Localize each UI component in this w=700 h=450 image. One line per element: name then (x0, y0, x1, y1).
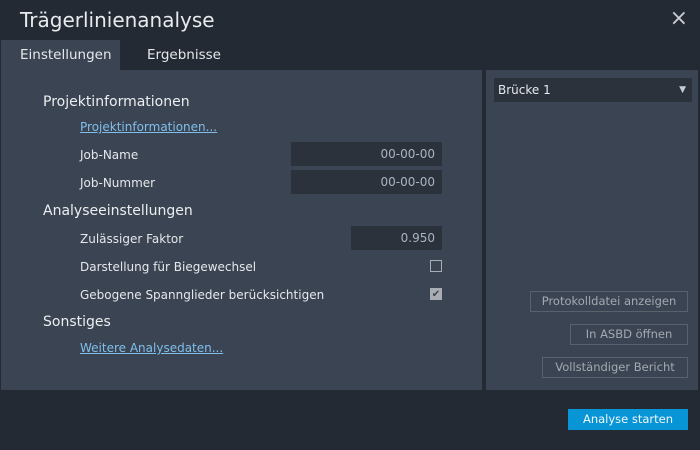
section-analysis: Analyseeinstellungen (43, 203, 193, 219)
job-number-label: Job-Nummer (80, 176, 156, 190)
side-panel: Brücke 1 ▼ Protokolldatei anzeigen In AS… (486, 70, 698, 390)
tendons-checkbox[interactable]: ✔ (430, 288, 442, 300)
section-project: Projektinformationen (43, 94, 190, 110)
job-name-field[interactable]: 00-00-00 (291, 142, 442, 166)
bending-checkbox[interactable] (430, 260, 442, 272)
bridge-select[interactable]: Brücke 1 ▼ (494, 78, 692, 102)
settings-panel: Projektinformationen Projektinformatione… (1, 70, 482, 390)
more-analysis-link[interactable]: Weitere Analysedaten... (80, 341, 223, 355)
project-info-link[interactable]: Projektinformationen... (80, 120, 217, 134)
tab-ergebnisse[interactable]: Ergebnisse (128, 40, 240, 70)
job-number-field[interactable]: 00-00-00 (291, 170, 442, 194)
window-title: Trägerlinienanalyse (20, 8, 215, 32)
show-log-button[interactable]: Protokolldatei anzeigen (530, 291, 688, 312)
open-asbd-button[interactable]: In ASBD öffnen (570, 324, 688, 345)
factor-label: Zulässiger Faktor (80, 232, 184, 246)
job-name-label: Job-Name (80, 148, 139, 162)
factor-field[interactable]: 0.950 (351, 226, 442, 250)
tab-einstellungen[interactable]: Einstellungen (1, 40, 120, 70)
bridge-select-value: Brücke 1 (498, 83, 551, 97)
chevron-down-icon: ▼ (679, 85, 686, 95)
bending-label: Darstellung für Biegewechsel (80, 260, 257, 274)
full-report-button[interactable]: Vollständiger Bericht (542, 357, 688, 378)
start-analysis-button[interactable]: Analyse starten (568, 409, 688, 430)
section-other: Sonstiges (43, 314, 111, 330)
close-icon[interactable]: × (670, 6, 688, 31)
tendons-label: Gebogene Spannglieder berücksichtigen (80, 288, 325, 302)
